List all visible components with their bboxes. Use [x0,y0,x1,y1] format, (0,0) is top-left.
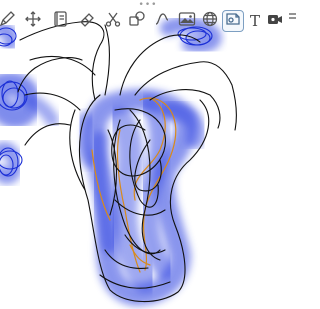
globe-icon [201,10,219,32]
drawing-toolbar: ••• T [0,0,296,36]
notebook-icon [51,10,69,32]
camera-icon [266,10,284,32]
pen-icon [0,10,16,32]
scissors-icon [104,10,122,32]
drawing-canvas[interactable] [0,0,296,309]
eraser-icon [78,10,96,32]
camera-tool[interactable] [264,10,286,32]
image-icon [178,10,196,32]
more-icon [286,10,304,32]
text-tool[interactable]: T [244,10,266,32]
sticker-icon [224,10,242,32]
text-icon: T [249,12,260,30]
curve-tool[interactable] [151,10,173,32]
scissors-tool[interactable] [102,10,124,32]
eraser-tool[interactable] [76,10,98,32]
image-tool[interactable] [176,10,198,32]
more-tool[interactable] [284,10,306,32]
move-arrows-icon [24,10,42,32]
notebook-tool[interactable] [49,10,71,32]
curve-icon [153,10,171,32]
sticker-tool[interactable] [222,10,244,32]
pen-tool[interactable] [0,10,18,32]
shapes-tool[interactable] [126,10,148,32]
globe-tool[interactable] [199,10,221,32]
toolbar-grip-handle[interactable]: ••• [118,1,178,10]
move-tool[interactable] [22,10,44,32]
shapes-icon [128,10,146,32]
